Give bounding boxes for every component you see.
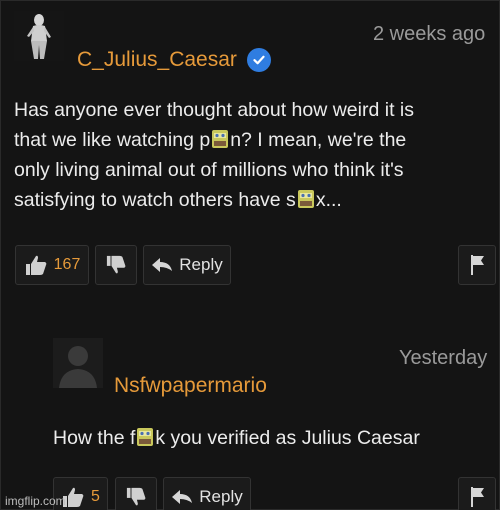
censor-sticker-icon	[212, 130, 229, 148]
comment-line: that we like watching p n? I mean, we're …	[14, 129, 407, 151]
reply-label: Reply	[179, 255, 223, 274]
reply-button[interactable]: Reply	[143, 245, 231, 285]
thumbs-down-icon	[106, 255, 126, 274]
reply-reply-button[interactable]: Reply	[163, 477, 251, 510]
comment-line: Has anyone ever thought about how weird …	[14, 99, 414, 121]
reply-username[interactable]: Nsfwpapermario	[114, 374, 267, 398]
like-count: 167	[53, 256, 81, 273]
flag-button[interactable]	[458, 245, 496, 285]
comment-line: satisfying to watch others have s x...	[14, 189, 342, 211]
avatar[interactable]	[14, 11, 64, 61]
like-button[interactable]: 167	[15, 245, 89, 285]
comment-line: only living animal out of millions who t…	[14, 159, 404, 181]
reply-body: How the fk you verified as Julius Caesar	[53, 427, 420, 449]
thumbs-down-icon	[126, 487, 146, 506]
reply-arrow-icon	[152, 258, 173, 272]
reply-timestamp: Yesterday	[399, 347, 488, 369]
reply-flag-button[interactable]	[458, 477, 496, 510]
comment-username[interactable]: C_Julius_Caesar	[77, 48, 237, 72]
comment-timestamp: 2 weeks ago	[373, 23, 486, 45]
reply-dislike-button[interactable]	[115, 477, 157, 510]
comment-body: Has anyone ever thought about how weird …	[14, 95, 414, 215]
flag-icon	[471, 487, 484, 507]
flag-icon	[471, 255, 484, 275]
watermark: imgflip.com	[5, 494, 66, 508]
reply-avatar[interactable]	[53, 338, 103, 388]
reply-arrow-icon	[172, 490, 193, 504]
reply-reply-label: Reply	[199, 487, 243, 506]
verified-check-icon	[247, 48, 271, 72]
thumbs-up-icon	[25, 255, 46, 275]
reply-like-count: 5	[91, 488, 100, 505]
censor-sticker-icon	[137, 428, 154, 446]
censor-sticker-icon	[297, 190, 314, 208]
comment-panel: C_Julius_Caesar 2 weeks ago Has anyone e…	[0, 0, 500, 510]
dislike-button[interactable]	[95, 245, 137, 285]
